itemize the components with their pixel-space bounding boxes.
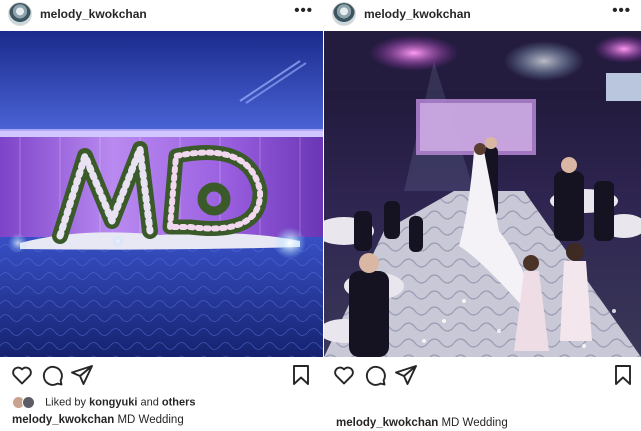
avatar[interactable] (8, 2, 32, 26)
post-photo-ballroom[interactable] (324, 31, 641, 357)
heart-icon[interactable] (332, 363, 356, 387)
liker-avatar (22, 396, 35, 409)
caption-username[interactable]: melody_kwokchan (336, 417, 438, 429)
caption-text: MD Wedding (117, 414, 184, 426)
more-options-icon[interactable]: ••• (612, 2, 631, 19)
likes-others[interactable]: others (162, 396, 196, 408)
share-icon[interactable] (70, 363, 94, 387)
bookmark-icon[interactable] (289, 363, 313, 387)
username[interactable]: melody_kwokchan (364, 7, 471, 21)
post-left: melody_kwokchan ••• Liked by kongyuki an… (0, 0, 323, 431)
caption: melody_kwokchan MD Wedding (12, 414, 184, 426)
likes-prefix: Liked by (45, 396, 87, 409)
post-photo-monogram[interactable] (0, 31, 323, 357)
action-bar (0, 363, 323, 389)
post-header: melody_kwokchan ••• (324, 0, 641, 30)
comment-icon[interactable] (40, 363, 64, 387)
caption: melody_kwokchan MD Wedding (336, 417, 508, 429)
share-icon[interactable] (394, 363, 418, 387)
caption-text: MD Wedding (441, 417, 508, 429)
liker-avatars (12, 396, 38, 409)
comment-icon[interactable] (363, 363, 387, 387)
likes-line[interactable]: Liked by kongyuki and others (12, 396, 196, 410)
bookmark-icon[interactable] (611, 363, 635, 387)
username[interactable]: melody_kwokchan (40, 7, 147, 21)
post-right: melody_kwokchan ••• melody_kwokchan MD W… (324, 0, 641, 431)
likes-joiner: and (140, 396, 159, 409)
more-options-icon[interactable]: ••• (294, 2, 313, 19)
caption-username[interactable]: melody_kwokchan (12, 414, 114, 426)
action-bar (324, 363, 641, 389)
likes-user[interactable]: kongyuki (89, 396, 137, 408)
heart-icon[interactable] (10, 363, 34, 387)
post-header: melody_kwokchan ••• (0, 0, 323, 30)
avatar[interactable] (332, 2, 356, 26)
